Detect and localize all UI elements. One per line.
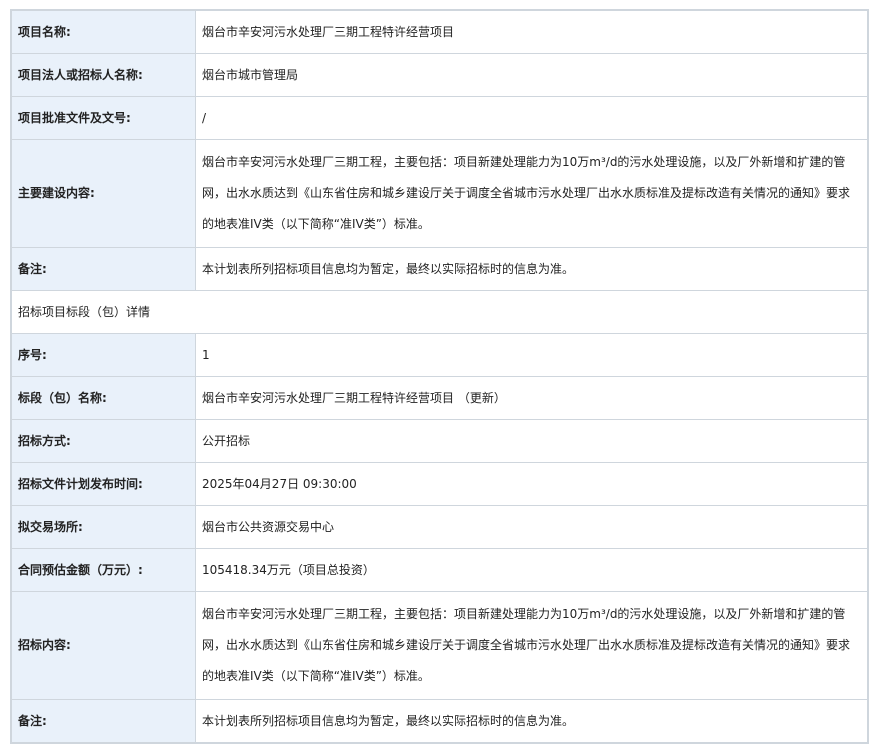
contract-amount-value: 105418.34万元（项目总投资） <box>195 548 869 592</box>
row-approval-doc: 项目批准文件及文号: / <box>10 96 869 140</box>
row-construction-content: 主要建设内容: 烟台市辛安河污水处理厂三期工程，主要包括：项目新建处理能力为10… <box>10 139 869 248</box>
serial-no-label: 序号: <box>10 333 196 377</box>
project-name-label: 项目名称: <box>10 9 196 54</box>
row-section-remarks: 备注: 本计划表所列招标项目信息均为暂定，最终以实际招标时的信息为准。 <box>10 699 869 744</box>
publish-time-value: 2025年04月27日 09:30:00 <box>195 462 869 506</box>
row-lot-name: 标段（包）名称: 烟台市辛安河污水处理厂三期工程特许经营项目 （更新） <box>10 376 869 420</box>
tender-info-table: 项目名称: 烟台市辛安河污水处理厂三期工程特许经营项目 项目法人或招标人名称: … <box>10 9 869 744</box>
serial-no-value: 1 <box>195 333 869 377</box>
row-serial-no: 序号: 1 <box>10 333 869 377</box>
tender-content-value: 烟台市辛安河污水处理厂三期工程，主要包括：项目新建处理能力为10万m³/d的污水… <box>195 591 869 700</box>
approval-doc-label: 项目批准文件及文号: <box>10 96 196 140</box>
section-remarks-value: 本计划表所列招标项目信息均为暂定，最终以实际招标时的信息为准。 <box>195 699 869 744</box>
row-tender-content: 招标内容: 烟台市辛安河污水处理厂三期工程，主要包括：项目新建处理能力为10万m… <box>10 591 869 700</box>
project-name-value: 烟台市辛安河污水处理厂三期工程特许经营项目 <box>195 9 869 54</box>
contract-amount-label: 合同预估金额（万元）: <box>10 548 196 592</box>
trading-venue-label: 拟交易场所: <box>10 505 196 549</box>
tender-content-label: 招标内容: <box>10 591 196 700</box>
row-trading-venue: 拟交易场所: 烟台市公共资源交易中心 <box>10 505 869 549</box>
remarks-value: 本计划表所列招标项目信息均为暂定，最终以实际招标时的信息为准。 <box>195 247 869 291</box>
row-section-title: 招标项目标段（包）详情 <box>10 290 869 334</box>
tenderer-value: 烟台市城市管理局 <box>195 53 869 97</box>
trading-venue-value: 烟台市公共资源交易中心 <box>195 505 869 549</box>
lot-name-label: 标段（包）名称: <box>10 376 196 420</box>
row-tender-method: 招标方式: 公开招标 <box>10 419 869 463</box>
tender-info-container: 项目名称: 烟台市辛安河污水处理厂三期工程特许经营项目 项目法人或招标人名称: … <box>10 9 869 744</box>
row-remarks: 备注: 本计划表所列招标项目信息均为暂定，最终以实际招标时的信息为准。 <box>10 247 869 291</box>
row-project-name: 项目名称: 烟台市辛安河污水处理厂三期工程特许经营项目 <box>10 9 869 54</box>
approval-doc-value: / <box>195 96 869 140</box>
construction-content-value: 烟台市辛安河污水处理厂三期工程，主要包括：项目新建处理能力为10万m³/d的污水… <box>195 139 869 248</box>
remarks-label: 备注: <box>10 247 196 291</box>
row-tenderer: 项目法人或招标人名称: 烟台市城市管理局 <box>10 53 869 97</box>
row-publish-time: 招标文件计划发布时间: 2025年04月27日 09:30:00 <box>10 462 869 506</box>
publish-time-label: 招标文件计划发布时间: <box>10 462 196 506</box>
section-remarks-label: 备注: <box>10 699 196 744</box>
lot-name-value: 烟台市辛安河污水处理厂三期工程特许经营项目 （更新） <box>195 376 869 420</box>
tender-method-label: 招标方式: <box>10 419 196 463</box>
tender-method-value: 公开招标 <box>195 419 869 463</box>
row-contract-amount: 合同预估金额（万元）: 105418.34万元（项目总投资） <box>10 548 869 592</box>
tenderer-label: 项目法人或招标人名称: <box>10 53 196 97</box>
construction-content-label: 主要建设内容: <box>10 139 196 248</box>
section-title: 招标项目标段（包）详情 <box>10 290 869 334</box>
